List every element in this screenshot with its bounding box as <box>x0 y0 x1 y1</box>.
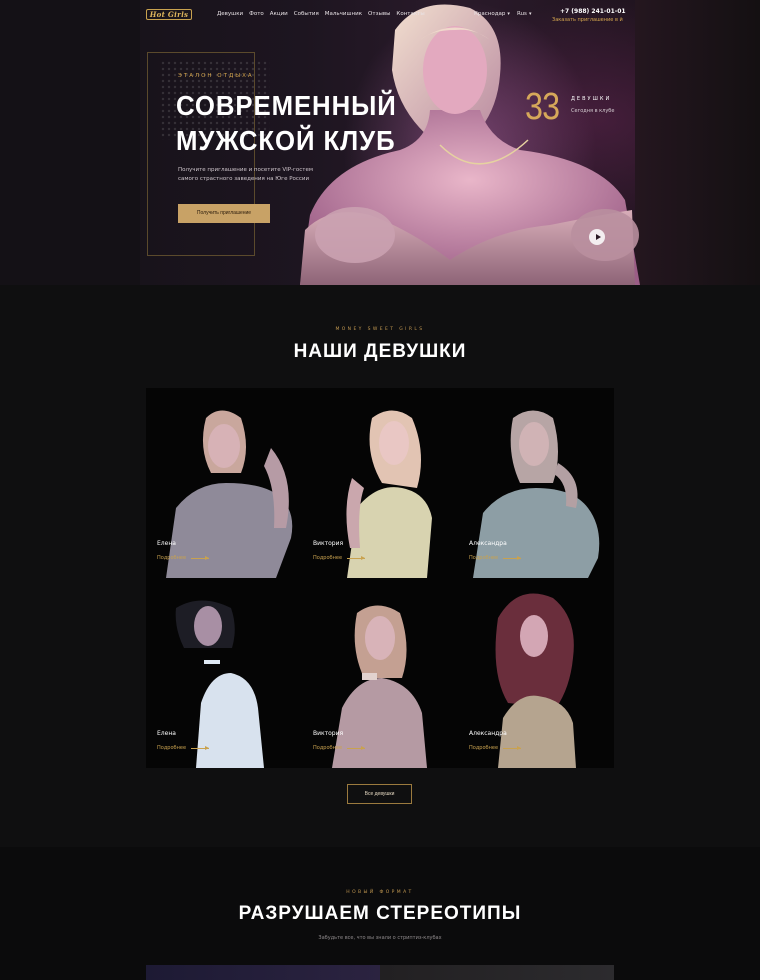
city-selector[interactable]: Краснодар ▾ <box>474 11 510 17</box>
girl-details-link[interactable]: Подробнее <box>157 745 186 751</box>
get-invitation-button[interactable]: Получить приглашение <box>178 204 270 223</box>
hero-title-line-2: МУЖСКОЙ КЛУБ <box>176 125 396 156</box>
girls-title: НАШИ ДЕВУШКИ <box>293 341 467 362</box>
arrow-right-icon <box>347 746 365 750</box>
girl-card[interactable]: Александра Подробнее <box>458 388 614 578</box>
nav-item-promos[interactable]: Акции <box>270 11 288 17</box>
nav-item-photo[interactable]: Фото <box>249 11 264 17</box>
play-video-button[interactable] <box>589 229 605 245</box>
girl-photo <box>175 600 264 768</box>
girl-name: Виктория <box>313 540 344 547</box>
girls-section: MONEY SWEET GIRLS НАШИ ДЕВУШКИ Елена Под… <box>0 285 760 847</box>
hero-title-line-1: СОВРЕМЕННЫЙ <box>176 90 397 121</box>
girl-name: Виктория <box>313 730 344 737</box>
language-selector[interactable]: Rus ▾ <box>517 11 531 17</box>
stereotypes-subtitle: Забудьте все, что вы знали о стриптиз-кл… <box>318 935 442 941</box>
girl-name: Александра <box>469 540 507 547</box>
stereotypes-kicker: НОВЫЙ ФОРМАТ <box>346 890 414 895</box>
nav-item-girls[interactable]: Девушки <box>217 11 243 17</box>
chevron-down-icon: ▾ <box>528 11 532 17</box>
order-invitation-link[interactable]: Заказать приглашение в й <box>552 17 623 23</box>
girl-photo <box>473 410 600 578</box>
girl-name: Елена <box>157 540 176 547</box>
nav-item-bachelor[interactable]: Мальчишник <box>325 11 362 17</box>
girl-card[interactable]: Елена Подробнее <box>146 578 302 768</box>
girls-count-number: 33 <box>525 86 560 128</box>
hero-section: Hot Girls Девушки Фото Акции События Мал… <box>0 0 760 285</box>
hero-kicker: ЭТАЛОН ОТДЫХА <box>178 73 254 79</box>
girl-details-link[interactable]: Подробнее <box>313 745 342 751</box>
girl-card[interactable]: Александра Подробнее <box>458 578 614 768</box>
stereotypes-image-right <box>380 965 614 980</box>
girl-card[interactable]: Виктория Подробнее <box>302 388 458 578</box>
girl-photo <box>346 410 432 578</box>
girl-card[interactable]: Виктория Подробнее <box>302 578 458 768</box>
girl-name: Александра <box>469 730 507 737</box>
stereotypes-image-left <box>146 965 380 980</box>
arrow-right-icon <box>503 556 521 560</box>
girls-count-sublabel: Сегодня в клубе <box>571 108 615 114</box>
girl-details-link[interactable]: Подробнее <box>157 555 186 561</box>
arrow-right-icon <box>503 746 521 750</box>
stereotypes-title: РАЗРУШАЕМ СТЕРЕОТИПЫ <box>238 903 522 924</box>
main-nav: Девушки Фото Акции События Мальчишник От… <box>217 11 425 17</box>
girl-photo <box>166 410 293 578</box>
girl-name: Елена <box>157 730 176 737</box>
girl-details-link[interactable]: Подробнее <box>313 555 342 561</box>
girl-card[interactable]: Елена Подробнее <box>146 388 302 578</box>
hero-title: СОВРЕМЕННЫЙ МУЖСКОЙ КЛУБ <box>176 88 397 158</box>
girls-count-label: ДЕВУШКИ <box>571 96 612 102</box>
girl-details-link[interactable]: Подробнее <box>469 745 498 751</box>
language-label: Rus <box>517 11 527 17</box>
chevron-down-icon: ▾ <box>507 11 510 17</box>
nav-item-events[interactable]: События <box>294 11 319 17</box>
site-logo[interactable]: Hot Girls <box>146 9 192 20</box>
arrow-right-icon <box>191 746 209 750</box>
girls-kicker: MONEY SWEET GIRLS <box>335 327 425 332</box>
city-label: Краснодар <box>474 11 506 17</box>
girls-grid: Елена Подробнее Виктория Подробнее Алекс… <box>146 388 614 768</box>
girl-photo <box>495 593 576 768</box>
arrow-right-icon <box>347 556 365 560</box>
girl-photo <box>332 605 427 768</box>
stereotypes-section: НОВЫЙ ФОРМАТ РАЗРУШАЕМ СТЕРЕОТИПЫ Забудь… <box>0 847 760 980</box>
girl-details-link[interactable]: Подробнее <box>469 555 498 561</box>
hero-description: Получите приглашение и посетите VIP-гост… <box>178 167 313 182</box>
nav-item-contacts[interactable]: Контакты <box>396 11 424 17</box>
all-girls-button[interactable]: Все девушки <box>347 784 412 804</box>
arrow-right-icon <box>191 556 209 560</box>
phone-number[interactable]: +7 (988) 241-01-01 <box>560 8 626 15</box>
nav-item-reviews[interactable]: Отзывы <box>368 11 390 17</box>
